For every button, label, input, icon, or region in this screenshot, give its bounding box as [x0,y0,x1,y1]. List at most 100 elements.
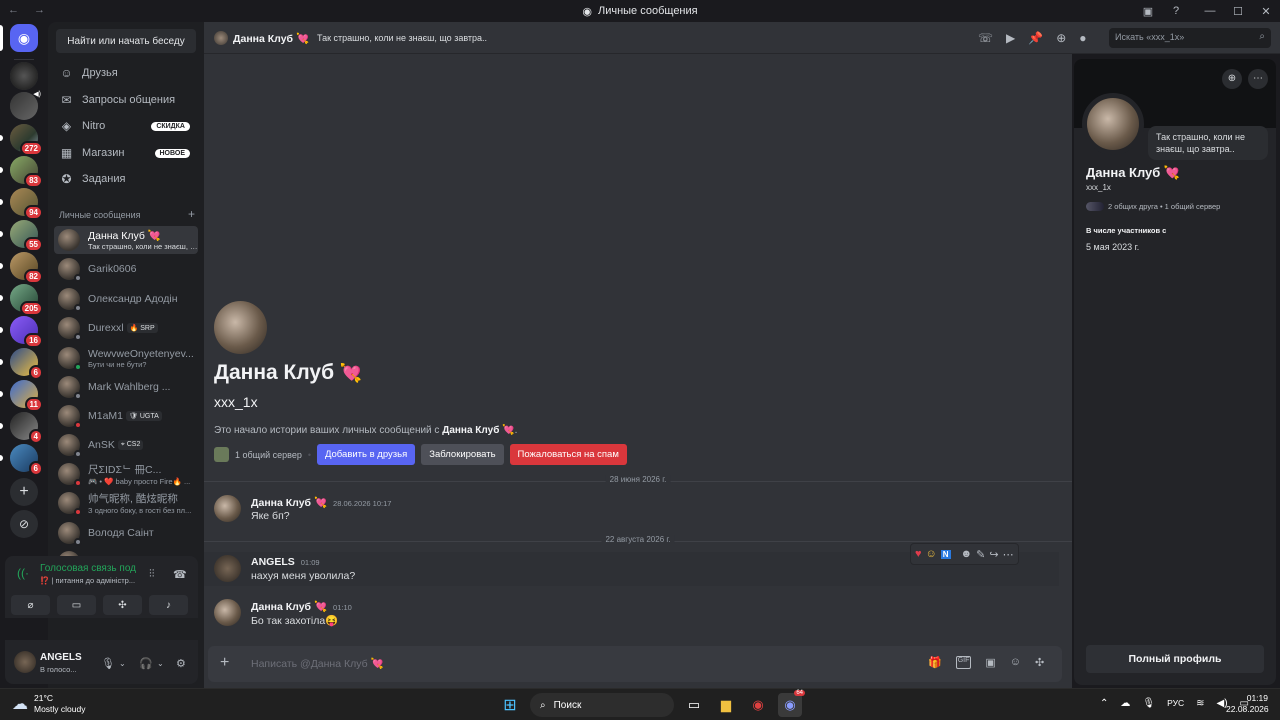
search-input[interactable]: Искать «xxx_1x» ⌕ [1109,28,1271,48]
server-icon[interactable]: ◀) [10,91,41,120]
message-avatar[interactable] [214,599,241,626]
create-dm-button[interactable]: + [188,208,195,220]
headphones-icon[interactable]: 🎧 [139,657,153,670]
find-conversation-button[interactable]: Найти или начать беседу [56,29,196,53]
minimize-button[interactable]: — [1196,5,1224,17]
microphone-icon[interactable]: 🎙 [101,657,115,670]
history-nav[interactable]: ← → [8,4,51,16]
nav-message-requests[interactable]: ✉ Запросы общения [56,88,198,112]
add-friends-dm-icon[interactable]: ⊕ [1056,31,1066,45]
emoji-icon[interactable]: ☺ [1010,656,1021,669]
wifi-icon[interactable]: ≋ [1196,698,1204,709]
inbox-icon[interactable]: ▣ [1134,5,1162,18]
mutual-server[interactable]: 1 общий сервер • [214,447,311,462]
message-author[interactable]: Данна Клуб 💘 01:10 [251,600,352,613]
chevron-down-icon[interactable]: ⌄ [119,659,126,668]
home-button[interactable]: ◉ [0,24,38,52]
server-icon[interactable]: 6 [0,348,43,380]
message[interactable]: Данна Клуб 💘 28.06.2026 10:17 Яке бп? [204,493,1072,527]
gif-icon[interactable]: GIF [955,656,972,669]
nav-shop[interactable]: ▦ Магазин НОВОЕ [56,141,198,165]
file-explorer-icon[interactable]: ▆ [714,693,738,717]
dm-item[interactable]: Durexxl 🔥 SRP [54,314,198,342]
nav-nitro[interactable]: ◈ Nitro СКИДКА [56,114,198,138]
close-window-button[interactable]: ✕ [1252,5,1280,18]
attach-button[interactable]: + [220,654,229,672]
n-reaction-icon[interactable]: N [940,549,951,559]
message-author[interactable]: ANGELS 01:09 [251,556,320,568]
server-icon[interactable]: 82 [0,252,43,284]
heart-reaction-icon[interactable]: ♥ [915,548,922,560]
clock[interactable]: 01:19 22.08.2026 [1226,693,1269,715]
dm-item[interactable]: Garik0606 [54,255,198,283]
disconnect-icon[interactable]: ☎ [173,568,187,581]
dm-item[interactable]: Олександр Адодін [54,285,198,313]
block-button[interactable]: Заблокировать [421,444,504,465]
chevron-up-icon[interactable]: ⌃ [1100,698,1108,709]
full-profile-button[interactable]: Полный профиль [1086,645,1264,673]
sticker-icon[interactable]: ▣ [985,656,995,669]
report-spam-button[interactable]: Пожаловаться на спам [509,444,627,465]
voice-call-icon[interactable]: ☏ [978,31,993,45]
server-icon[interactable]: 6 [0,444,43,476]
chrome-icon[interactable]: ◉ [746,693,770,717]
dm-item[interactable]: AnSK ⌖ CS2 [54,431,198,459]
message-avatar[interactable] [214,555,241,582]
user-avatar[interactable] [14,651,36,673]
user-profile-icon[interactable]: ● [1079,31,1086,45]
microphone-tray-icon[interactable]: 🎙 [1142,698,1155,709]
camera-off-button[interactable]: ⌀ [11,595,50,615]
server-icon[interactable]: 16 [0,316,43,348]
add-friend-button[interactable]: Добавить в друзья [316,444,416,465]
laugh-reaction-icon[interactable]: ☺ [926,548,937,560]
more-icon[interactable]: ⋯ [1003,548,1014,561]
help-icon[interactable]: ? [1162,5,1190,17]
weather-widget[interactable]: ☁ 21°C Mostly cloudy [12,693,86,715]
profile-avatar[interactable] [1082,93,1144,155]
profile-mutuals[interactable]: 2 общих друга • 1 общий сервер [1086,202,1220,211]
maximize-button[interactable]: ☐ [1224,5,1252,18]
add-server-button[interactable]: + [10,478,38,506]
nav-quests[interactable]: ✪ Задания [56,167,198,191]
add-friend-icon[interactable]: ⊕ [1222,69,1242,89]
server-icon[interactable] [10,62,38,90]
server-icon[interactable]: 55 [0,220,43,252]
voice-channel[interactable]: ⁉️ | питання до адміністр... [40,576,140,585]
dm-item[interactable]: 帅气昵称, 酷炫昵称 З одного боку, в гості без пл.… [54,489,198,517]
add-reaction-icon[interactable]: ☻ [961,548,973,560]
chevron-down-icon[interactable]: ⌄ [157,659,164,668]
dm-item[interactable]: WewvweOnyetenyev... Бути чи не бути? [54,344,198,372]
message-avatar[interactable] [214,495,241,522]
server-icon[interactable]: 94 [0,188,43,220]
dm-item[interactable]: Володя Саінт [54,519,198,547]
server-icon[interactable]: 272 [0,124,43,156]
taskbar-search[interactable]: ⌕ Поиск [530,693,674,717]
dm-item[interactable]: M1aM1 🛡 UGTA [54,402,198,430]
server-icon[interactable]: 83 [0,156,43,188]
video-call-icon[interactable]: ▶ [1006,31,1015,45]
server-icon[interactable]: 205 [0,284,43,316]
dm-item[interactable]: Mark Wahlberg ... [54,373,198,401]
header-avatar[interactable] [214,31,228,45]
message[interactable]: Данна Клуб 💘 01:10 Бо так захотіла😝 [204,597,1072,631]
task-view-icon[interactable]: ▭ [682,693,706,717]
soundboard-button[interactable]: ♪ [149,595,188,615]
nav-friends[interactable]: ☺ Друзья [56,61,198,85]
more-options-icon[interactable]: ⋯ [1248,69,1268,89]
gift-icon[interactable]: 🎁 [928,656,942,669]
lang-indicator[interactable]: РУС [1167,698,1184,709]
intro-avatar[interactable] [214,301,267,354]
pin-icon[interactable]: 📌 [1028,31,1043,45]
noise-suppression-icon[interactable]: ⫶⫶ [149,568,155,581]
message-composer[interactable]: + Написать @Данна Клуб 💘 🎁 GIF ▣ ☺ ✣ [208,646,1062,682]
voice-title[interactable]: Голосовая связь под [40,563,136,574]
apps-icon[interactable]: ✣ [1035,656,1044,669]
activities-button[interactable]: ✣ [103,595,142,615]
start-icon[interactable]: ⊞ [498,693,522,717]
server-icon[interactable]: 4 [0,412,43,444]
onedrive-icon[interactable]: ☁ [1120,698,1130,709]
dm-item[interactable]: Данна Клуб 💘 Так страшно, коли не знаєш, … [54,226,198,254]
dm-item[interactable]: 尺ΣIDΣᄂ 冊C... 🎮 • ❤️ baby просто Fire🔥 ... [54,460,198,488]
screenshare-button[interactable]: ▭ [57,595,96,615]
discord-taskbar-icon[interactable]: ◉ 64 [778,690,805,717]
